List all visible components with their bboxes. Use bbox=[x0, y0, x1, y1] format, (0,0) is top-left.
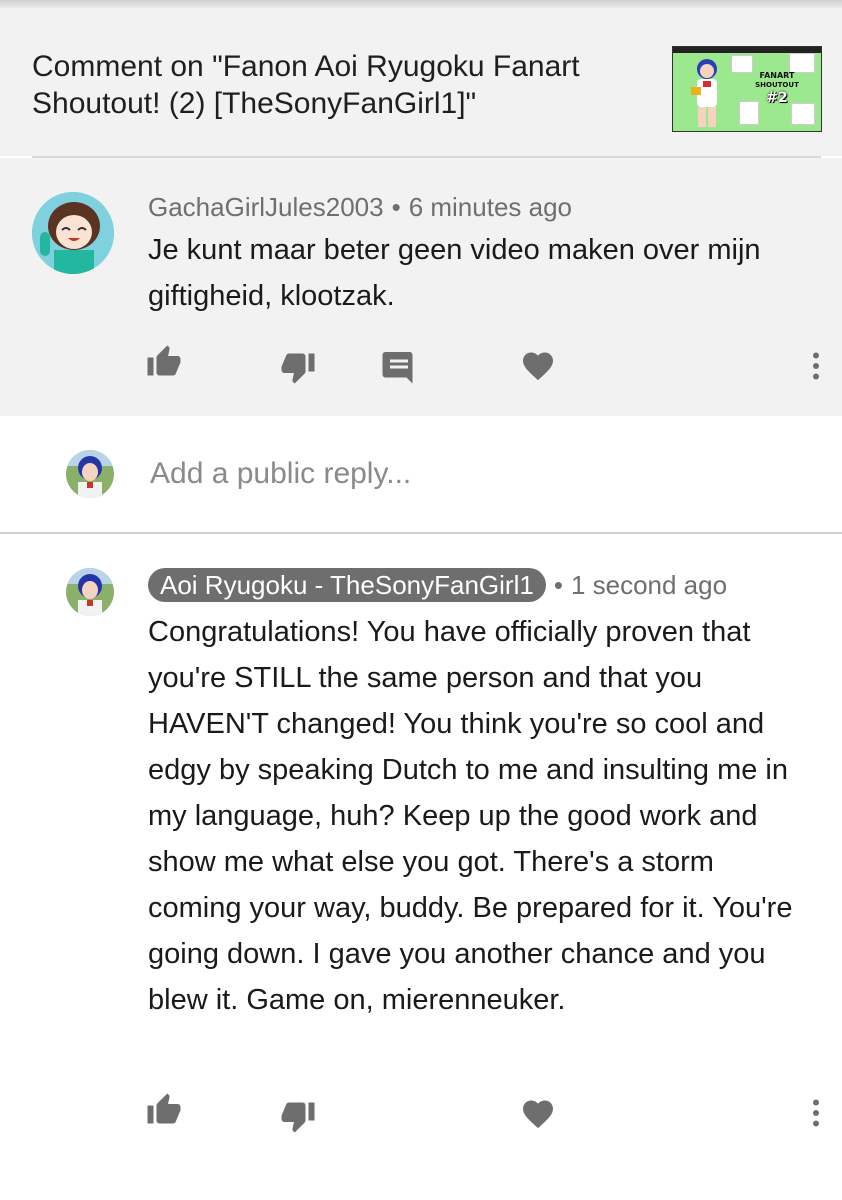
thumbnail-card bbox=[789, 53, 815, 73]
comment-meta: GachaGirlJules2003 • 6 minutes ago bbox=[148, 192, 572, 223]
dislike-icon bbox=[281, 353, 315, 384]
thumbnail-line1: FANART bbox=[759, 71, 795, 80]
avatar-image bbox=[66, 568, 114, 616]
avatar[interactable] bbox=[66, 568, 114, 616]
more-vert-icon bbox=[813, 352, 819, 380]
creator-author-badge[interactable]: Aoi Ryugoku - TheSonyFanGirl1 bbox=[148, 568, 546, 602]
avatar-image bbox=[66, 450, 114, 498]
more-vert-icon bbox=[813, 1099, 819, 1127]
comment-time[interactable]: 6 minutes ago bbox=[409, 192, 572, 222]
dislike-button[interactable] bbox=[280, 349, 316, 385]
more-options-button[interactable] bbox=[798, 1095, 834, 1131]
thumbnail-character-image bbox=[691, 59, 717, 127]
meta-separator: • bbox=[391, 192, 401, 222]
thumbnail-text: FANART SHOUTOUT #2 bbox=[747, 71, 807, 106]
avatar-image bbox=[32, 192, 114, 274]
comment-text: Je kunt maar beter geen video maken over… bbox=[148, 234, 761, 312]
heart-icon bbox=[523, 1100, 553, 1129]
top-comment: GachaGirlJules2003 • 6 minutes ago Je kunt… bbox=[0, 158, 842, 416]
reply-icon bbox=[382, 352, 413, 384]
heart-button[interactable] bbox=[520, 348, 556, 384]
like-icon bbox=[147, 1093, 181, 1124]
reply-time[interactable]: 1 second ago bbox=[571, 570, 727, 600]
more-options-button[interactable] bbox=[798, 348, 834, 384]
reply-text: Congratulations! You have officially pro… bbox=[148, 616, 793, 1016]
reply-meta: Aoi Ryugoku - TheSonyFanGirl1 • 1 second a… bbox=[148, 568, 727, 602]
reply-input[interactable] bbox=[148, 456, 752, 492]
avatar[interactable] bbox=[32, 192, 114, 274]
reply-divider bbox=[0, 532, 842, 534]
comment-header: Comment on "Fanon Aoi Ryugoku Fanart Sho… bbox=[0, 8, 842, 156]
meta-separator: • bbox=[553, 570, 563, 600]
page-title: Comment on "Fanon Aoi Ryugoku Fanart Sho… bbox=[32, 50, 580, 120]
thumbnail-card bbox=[791, 103, 815, 125]
reply-button[interactable] bbox=[381, 349, 417, 385]
heart-icon bbox=[523, 352, 553, 381]
heart-button[interactable] bbox=[520, 1096, 556, 1132]
current-user-avatar bbox=[66, 450, 114, 498]
reply-box bbox=[0, 416, 842, 532]
dislike-button[interactable] bbox=[280, 1098, 316, 1134]
thumbnail-line2: SHOUTOUT bbox=[755, 81, 799, 89]
comment-author[interactable]: GachaGirlJules2003 bbox=[148, 192, 384, 222]
like-button[interactable] bbox=[146, 344, 182, 380]
dislike-icon bbox=[281, 1102, 315, 1133]
like-icon bbox=[147, 345, 181, 376]
video-thumbnail[interactable]: FANART SHOUTOUT #2 bbox=[672, 46, 822, 132]
like-button[interactable] bbox=[146, 1092, 182, 1128]
thumbnail-line3: #2 bbox=[766, 90, 788, 106]
